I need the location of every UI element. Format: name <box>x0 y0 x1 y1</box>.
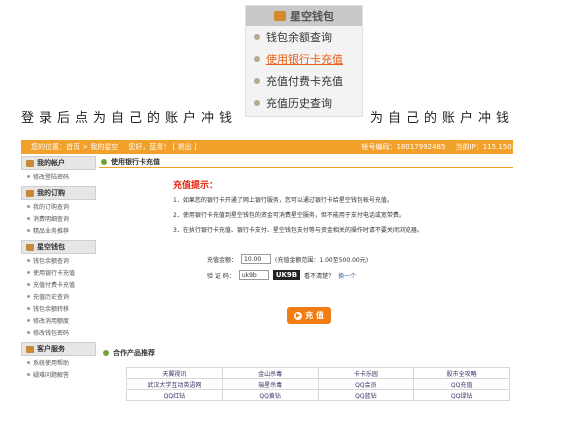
captcha-refresh-link[interactable]: 换一个 <box>338 271 356 280</box>
captcha-label: 验 证 码： <box>207 272 235 280</box>
user-greeting[interactable]: 您好，蓝青！ [ 退出 ] <box>128 142 196 152</box>
arrow-right-icon: ▶ <box>294 311 303 320</box>
wallet-menu-title-bar: 星空钱包 <box>246 6 362 26</box>
partner-link[interactable]: 金山杀毒 <box>221 367 319 379</box>
amount-row: 充值金额： 10.00 (充值金额范围：1.00至500.00元) <box>207 254 368 264</box>
sidebar-item[interactable]: 充值历史查询 <box>21 290 96 302</box>
instruction-text-right: 为自己的账户冲钱 <box>370 111 515 126</box>
wallet-menu-popup: 星空钱包 钱包余额查询 使用银行卡充值 充值付费卡充值 充值历史查询 <box>245 5 363 117</box>
sidebar-section-service: 客户服务 系统使用帮助 疑难问题解答 <box>21 342 96 380</box>
sidebar-header: 星空钱包 <box>21 240 96 254</box>
account-icon <box>26 159 34 167</box>
section-icon <box>101 158 107 165</box>
tip-title: 充值提示： <box>173 181 219 191</box>
captcha-image: UK9B <box>272 270 301 280</box>
section-icon <box>103 350 109 356</box>
tip-line: 1．如果您的银行卡开通了网上银行服务，您可以通过银行卡给星空钱包帐号充值。 <box>173 197 393 204</box>
tip-line: 2．使用银行卡充值到星空钱包的资金可消费星空服务，但不能用于支付电话或宽带费。 <box>173 212 405 219</box>
orders-icon <box>26 189 34 197</box>
wallet-icon <box>274 11 286 21</box>
sidebar-item[interactable]: 系统使用帮助 <box>21 356 96 368</box>
partner-link[interactable]: QQ红钻 <box>126 389 223 401</box>
sidebar-item[interactable]: 钱包余额转移 <box>21 302 96 314</box>
ip-address: 当前IP：115.150.234.221 <box>455 143 543 151</box>
sidebar-section-wallet: 星空钱包 钱包余额查询 使用银行卡充值 充值付费卡充值 充值历史查询 钱包余额转… <box>21 240 96 338</box>
captcha-input[interactable]: uk9b <box>238 270 269 280</box>
tip-line: 3．在执行银行卡充值、银行卡支付、星空钱包支付等与资金相关的操作时请不要关闭浏览… <box>173 227 423 234</box>
wallet-menu-item-history[interactable]: 充值历史查询 <box>246 92 362 114</box>
wallet-icon <box>26 243 34 251</box>
partner-link[interactable]: 股市全攻略 <box>413 367 510 379</box>
wallet-menu-title: 星空钱包 <box>290 10 334 23</box>
partner-link[interactable]: 卡卡乐园 <box>317 367 415 379</box>
sidebar-item[interactable]: 精品业务推荐 <box>21 224 96 236</box>
partner-link[interactable]: QQ黄钻 <box>221 389 319 401</box>
partner-table: 天翼视讯 金山杀毒 卡卡乐园 股市全攻略 武汉大学互动英语网 瑞星杀毒 QQ会员… <box>126 367 510 401</box>
captcha-row: 验 证 码： uk9b UK9B 看不清楚？ 换一个 <box>207 270 356 280</box>
recharge-submit-button[interactable]: ▶ 充 值 <box>287 307 331 324</box>
partner-link[interactable]: QQ蓝钻 <box>317 389 415 401</box>
sidebar-item[interactable]: 充值付费卡充值 <box>21 278 96 290</box>
bullet-icon <box>254 34 260 40</box>
sidebar-item[interactable]: 使用银行卡充值 <box>21 266 96 278</box>
sidebar-item[interactable]: 修改登陆密码 <box>21 170 96 182</box>
sidebar-item[interactable]: 修改钱包密码 <box>21 326 96 338</box>
partner-link[interactable]: 瑞星杀毒 <box>221 378 319 390</box>
wallet-menu-item-balance[interactable]: 钱包余额查询 <box>246 26 362 48</box>
breadcrumb: 您的位置：首页 > 我的星空 <box>31 143 119 151</box>
partner-link[interactable]: QQ会员 <box>317 378 415 390</box>
table-row: 武汉大学互动英语网 瑞星杀毒 QQ会员 QQ充值 <box>126 378 510 390</box>
sidebar-item[interactable]: 疑难问题解答 <box>21 368 96 380</box>
wallet-menu-item-bank-recharge[interactable]: 使用银行卡充值 <box>246 48 362 70</box>
sidebar-item[interactable]: 消费明细查询 <box>21 212 96 224</box>
top-status-bar: 您的位置：首页 > 我的星空 您好，蓝青！ [ 退出 ] 帐号编码：180179… <box>21 140 543 154</box>
sidebar-section-orders: 我的订购 我的订购查询 消费明细查询 精品业务推荐 <box>21 186 96 236</box>
partner-link[interactable]: 武汉大学互动英语网 <box>126 378 223 390</box>
amount-hint: (充值金额范围：1.00至500.00元) <box>275 256 369 264</box>
wallet-menu-item-card-recharge[interactable]: 充值付费卡充值 <box>246 70 362 92</box>
sidebar-header: 客户服务 <box>21 342 96 356</box>
bullet-icon <box>254 56 260 62</box>
partner-link[interactable]: QQ绿钻 <box>413 389 510 401</box>
sidebar-section-account: 我的帐户 修改登陆密码 <box>21 156 96 182</box>
captcha-help: 看不清楚？ <box>304 272 335 280</box>
amount-label: 充值金额： <box>207 256 238 264</box>
account-number: 帐号编码：18017992485 <box>361 143 446 151</box>
partner-header: 合作产品推荐 <box>101 347 513 359</box>
service-icon <box>26 345 34 353</box>
section-header: 使用银行卡充值 <box>99 156 513 168</box>
sidebar-item[interactable]: 钱包余额查询 <box>21 254 96 266</box>
instruction-text-left: 登录后点为自己的账户冲钱 <box>21 111 238 126</box>
bullet-icon <box>254 100 260 106</box>
sidebar-header: 我的订购 <box>21 186 96 200</box>
amount-input[interactable]: 10.00 <box>241 254 272 264</box>
sidebar: 我的帐户 修改登陆密码 我的订购 我的订购查询 消费明细查询 精品业务推荐 星空… <box>21 156 96 436</box>
table-row: QQ红钻 QQ黄钻 QQ蓝钻 QQ绿钻 <box>126 389 510 401</box>
sidebar-item[interactable]: 我的订购查询 <box>21 200 96 212</box>
partner-link[interactable]: 天翼视讯 <box>126 367 223 379</box>
bullet-icon <box>254 78 260 84</box>
sidebar-item[interactable]: 修改消用额度 <box>21 314 96 326</box>
table-row: 天翼视讯 金山杀毒 卡卡乐园 股市全攻略 <box>126 367 510 379</box>
sidebar-header: 我的帐户 <box>21 156 96 170</box>
partner-link[interactable]: QQ充值 <box>413 378 510 390</box>
